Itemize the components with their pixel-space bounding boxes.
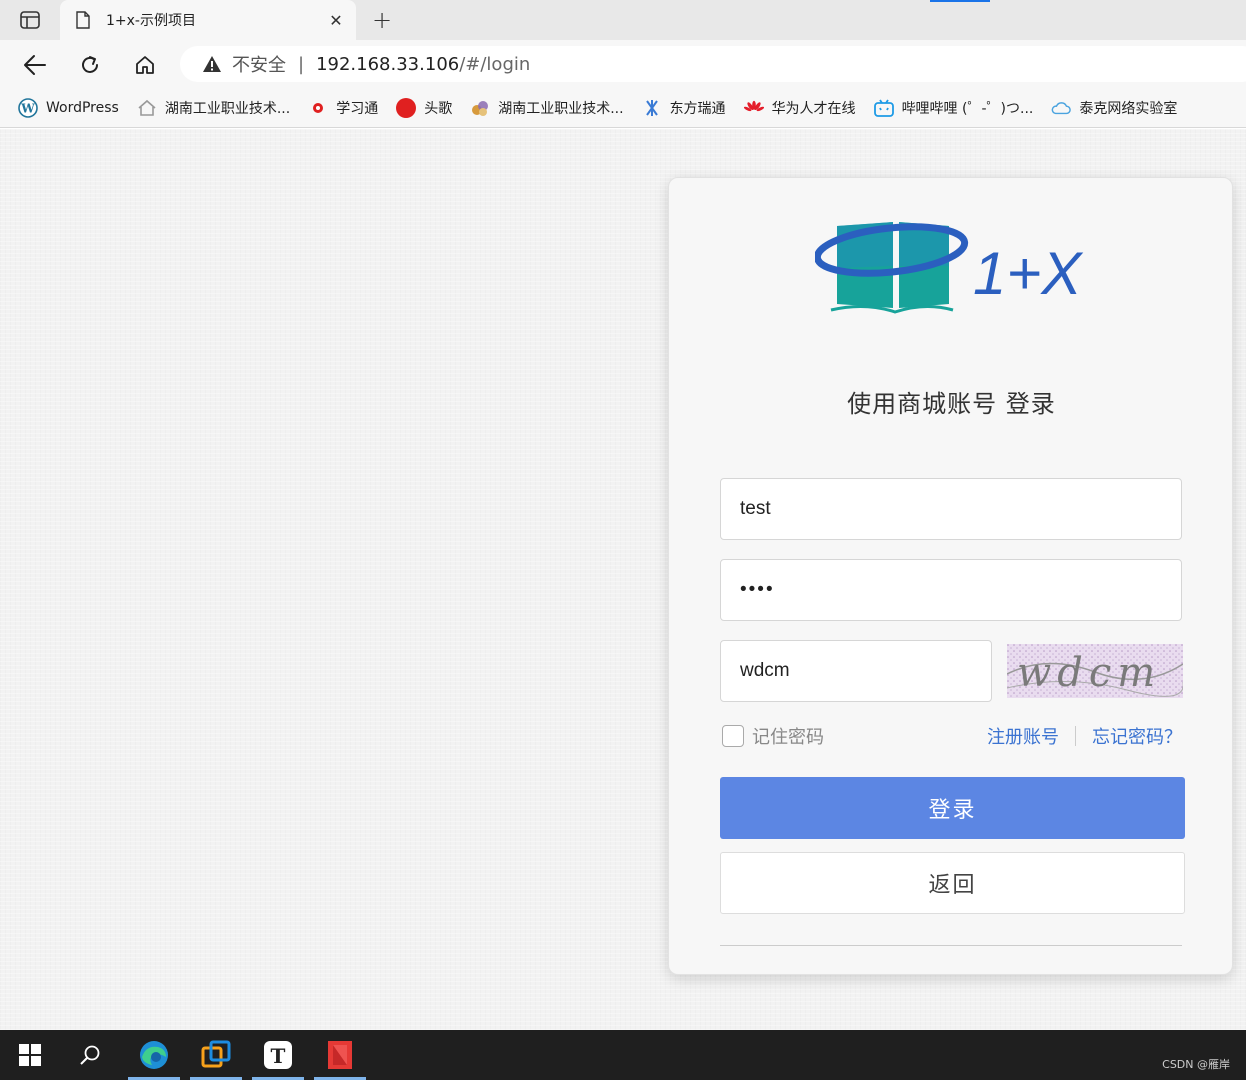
security-label: 不安全 bbox=[232, 55, 286, 76]
bookmark-label: 湖南工业职业技术... bbox=[498, 100, 624, 117]
dongfang-icon bbox=[642, 98, 662, 118]
bookmark-bilibili[interactable]: 哔哩哔哩 (゜-゜)つ... bbox=[873, 98, 1034, 118]
bookmark-label: 华为人才在线 bbox=[771, 100, 856, 117]
red-app-icon[interactable] bbox=[314, 1030, 366, 1080]
taskbar: T CSDN @雁岸 bbox=[0, 1030, 1246, 1080]
bookmark-wordpress[interactable]: W WordPress bbox=[18, 97, 119, 118]
logo: 1+X bbox=[813, 216, 1085, 316]
refresh-icon[interactable] bbox=[75, 50, 105, 80]
bookmark-label: 学习通 bbox=[336, 100, 379, 117]
bookmark-label: 湖南工业职业技术... bbox=[164, 100, 291, 117]
xuexitong-icon bbox=[308, 98, 328, 118]
watermark: CSDN @雁岸 bbox=[1162, 1058, 1230, 1071]
logo-text: 1+X bbox=[973, 240, 1083, 307]
page-icon bbox=[76, 10, 94, 30]
bookmark-label: 东方瑞通 bbox=[669, 100, 726, 117]
bilibili-icon bbox=[873, 98, 894, 118]
bookmark-label: 头歌 bbox=[424, 100, 453, 117]
close-tab-icon[interactable]: ✕ bbox=[326, 10, 346, 30]
vmware-icon[interactable] bbox=[190, 1030, 242, 1080]
search-icon[interactable] bbox=[64, 1030, 116, 1080]
touge-icon bbox=[396, 97, 417, 118]
bookmark-touge[interactable]: 头歌 bbox=[396, 97, 453, 118]
remember-password[interactable]: 记住密码 bbox=[722, 723, 824, 749]
url-host: 192.168.33.106 bbox=[316, 53, 460, 75]
typora-icon[interactable]: T bbox=[252, 1030, 304, 1080]
remember-label: 记住密码 bbox=[752, 727, 824, 748]
back-arrow-icon[interactable] bbox=[20, 50, 50, 80]
edge-browser-icon[interactable] bbox=[128, 1030, 180, 1080]
login-button[interactable]: 登录 bbox=[720, 777, 1185, 839]
tab-indicator bbox=[930, 0, 990, 2]
link-divider bbox=[1075, 726, 1076, 746]
bookmark-huawei[interactable]: 华为人才在线 bbox=[743, 98, 856, 118]
captcha-image[interactable]: wdcm bbox=[1007, 644, 1183, 698]
school-logo-icon bbox=[470, 98, 490, 118]
remember-checkbox[interactable] bbox=[722, 725, 744, 747]
username-input[interactable] bbox=[720, 478, 1182, 540]
bookmark-hunan-2[interactable]: 湖南工业职业技术... bbox=[470, 98, 624, 118]
svg-text:W: W bbox=[20, 101, 35, 115]
address-separator: | bbox=[298, 53, 305, 75]
captcha-input[interactable] bbox=[720, 640, 992, 702]
windows-start-icon[interactable] bbox=[4, 1030, 56, 1080]
bookmark-hunan-1[interactable]: 湖南工业职业技术... bbox=[137, 98, 290, 118]
browser-toolbar: 不安全 | 192.168.33.106/#/login bbox=[0, 40, 1246, 88]
cloud-icon bbox=[1051, 98, 1072, 118]
login-card: 1+X 使用商城账号 登录 wdcm bbox=[668, 177, 1233, 975]
register-link[interactable]: 注册账号 bbox=[987, 723, 1059, 749]
card-divider bbox=[720, 945, 1182, 946]
account-links: 注册账号 忘记密码？ bbox=[987, 723, 1182, 749]
back-button[interactable]: 返回 bbox=[720, 852, 1185, 914]
captcha-text: wdcm bbox=[1017, 650, 1161, 696]
tab-strip: 1+x-示例项目 ✕ + bbox=[0, 0, 1246, 40]
home-icon[interactable] bbox=[130, 50, 160, 80]
wordpress-icon: W bbox=[18, 97, 38, 118]
bookmarks-bar: W WordPress 湖南工业职业技术... 学习通 头歌 湖南工业职业技术.… bbox=[0, 88, 1246, 128]
bookmark-xuexitong[interactable]: 学习通 bbox=[308, 98, 378, 118]
home-outline-icon bbox=[137, 98, 157, 118]
tab-active[interactable]: 1+x-示例项目 ✕ bbox=[60, 0, 356, 40]
bookmark-taike[interactable]: 泰克网络实验室 bbox=[1051, 98, 1177, 118]
password-input[interactable] bbox=[720, 559, 1182, 621]
login-title: 使用商城账号 登录 bbox=[847, 390, 1056, 418]
bookmark-label: WordPress bbox=[46, 99, 119, 116]
huawei-icon bbox=[743, 98, 764, 118]
warning-icon[interactable] bbox=[202, 54, 222, 74]
page-background: 1+X 使用商城账号 登录 wdcm bbox=[0, 129, 1246, 1030]
bookmark-label: 哔哩哔哩 (゜-゜)つ... bbox=[901, 100, 1034, 117]
bookmark-dongfang[interactable]: 东方瑞通 bbox=[642, 98, 726, 118]
svg-text:T: T bbox=[271, 1044, 286, 1068]
address-bar[interactable]: 不安全 | 192.168.33.106/#/login bbox=[180, 46, 1246, 82]
tab-actions-icon[interactable] bbox=[10, 8, 50, 32]
forgot-password-link[interactable]: 忘记密码？ bbox=[1092, 723, 1182, 749]
bookmark-label: 泰克网络实验室 bbox=[1079, 100, 1178, 117]
new-tab-button[interactable]: + bbox=[368, 6, 396, 34]
tab-title: 1+x-示例项目 bbox=[106, 13, 196, 29]
url-path: /#/login bbox=[459, 53, 531, 75]
